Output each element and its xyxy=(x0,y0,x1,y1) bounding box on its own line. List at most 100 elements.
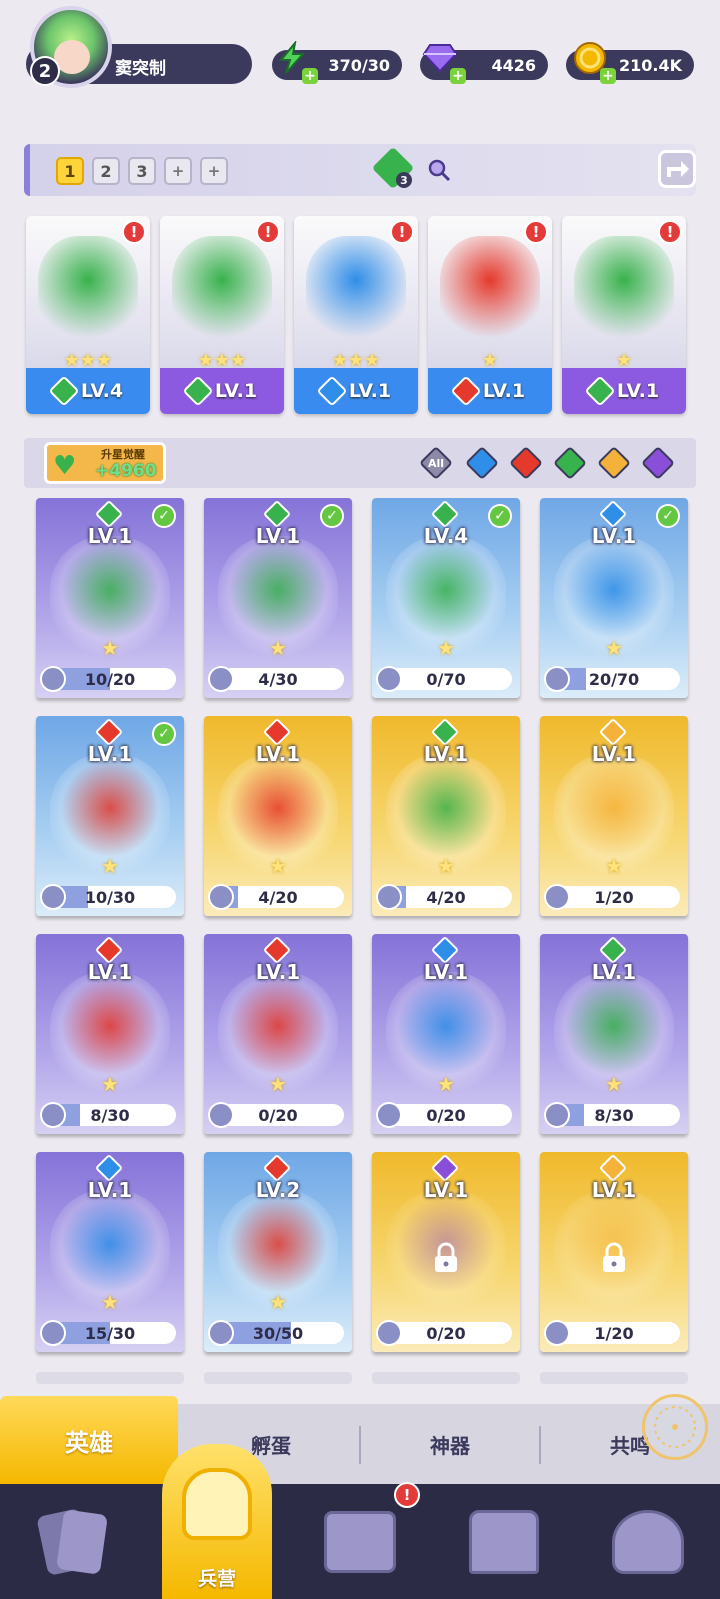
hero-level: LV.1 xyxy=(482,380,526,402)
gold-add-icon[interactable]: + xyxy=(600,68,616,84)
team-hero-card[interactable]: ! ★★★ LV.1 xyxy=(294,216,418,414)
lock-icon xyxy=(600,1242,628,1274)
hero-card[interactable]: LV.1 1/20 xyxy=(540,1152,688,1352)
hero-level: LV.1 xyxy=(591,1178,637,1202)
hero-level-bar: LV.1 xyxy=(428,368,552,414)
hero-level: LV.1 xyxy=(87,960,133,984)
alert-icon: ! xyxy=(658,220,682,244)
water-icon xyxy=(316,375,348,407)
team-tab-add[interactable]: + xyxy=(164,157,192,185)
star-icon: ★ xyxy=(101,1072,119,1096)
hero-card[interactable]: LV.1 0/20 xyxy=(372,1152,520,1352)
team-hero-card[interactable]: ! ★★★ LV.1 xyxy=(160,216,284,414)
nav-guild[interactable] xyxy=(576,1484,720,1599)
hero-level-bar: LV.1 xyxy=(294,368,418,414)
heart-icon: ♥ xyxy=(53,451,77,481)
hero-card[interactable]: LV.1 ★ 4/20 xyxy=(372,716,520,916)
alert-icon: ! xyxy=(524,220,548,244)
hero-level: LV.1 xyxy=(214,380,258,402)
star-icon: ★ xyxy=(437,636,455,660)
light-icon xyxy=(597,446,631,480)
hero-level: LV.1 xyxy=(348,380,392,402)
star-icon: ★ xyxy=(605,854,623,878)
star-icon: ★ xyxy=(269,1072,287,1096)
alert-icon: ! xyxy=(256,220,280,244)
hero-card[interactable]: LV.1 ★ 1/20 xyxy=(540,716,688,916)
shard-icon xyxy=(208,1102,234,1128)
hero-card[interactable]: LV.1 ✓ ★ 10/30 xyxy=(36,716,184,916)
alert-icon: ! xyxy=(390,220,414,244)
energy-add-icon[interactable]: + xyxy=(302,68,318,84)
wind-icon xyxy=(48,375,80,407)
compass-icon[interactable] xyxy=(642,1394,708,1460)
team-hero-card[interactable]: ! ★ LV.1 xyxy=(562,216,686,414)
hero-card[interactable]: LV.2 ★ 30/50 xyxy=(204,1152,352,1352)
hero-card[interactable]: LV.1 ★ 0/20 xyxy=(372,934,520,1134)
nav-cards[interactable] xyxy=(0,1484,144,1599)
search-icon[interactable] xyxy=(427,158,451,182)
star-icon: ★ xyxy=(605,1072,623,1096)
dark-icon xyxy=(641,446,675,480)
hero-card[interactable]: LV.1 ★ 4/20 xyxy=(204,716,352,916)
nav-shop[interactable] xyxy=(432,1484,576,1599)
hero-level: LV.1 xyxy=(255,960,301,984)
shard-icon xyxy=(208,884,234,910)
lock-icon xyxy=(432,1242,460,1274)
team-tab-3[interactable]: 3 xyxy=(128,157,156,185)
hero-card[interactable]: LV.1 ✓ ★ 4/30 xyxy=(204,498,352,698)
filter-light[interactable] xyxy=(597,446,631,480)
shard-icon xyxy=(208,666,234,692)
hero-card[interactable]: LV.1 ★ 15/30 xyxy=(36,1152,184,1352)
team-hero-card[interactable]: ! ★ LV.1 xyxy=(428,216,552,414)
tab-heroes[interactable]: 英雄 xyxy=(0,1396,178,1484)
shard-icon xyxy=(544,666,570,692)
player-name: 窦突制 xyxy=(115,59,166,79)
filter-dark[interactable] xyxy=(641,446,675,480)
energy-value: 370/30 xyxy=(328,55,390,75)
hero-level: LV.1 xyxy=(255,742,301,766)
hero-card[interactable]: LV.4 ✓ ★ 0/70 xyxy=(372,498,520,698)
hero-card[interactable]: LV.1 ★ 0/20 xyxy=(204,934,352,1134)
hero-card[interactable]: LV.1 ✓ ★ 20/70 xyxy=(540,498,688,698)
check-icon: ✓ xyxy=(320,504,344,528)
hero-card[interactable]: LV.1 ✓ ★ 10/20 xyxy=(36,498,184,698)
gems-add-icon[interactable]: + xyxy=(450,68,466,84)
team-tab-1[interactable]: 1 xyxy=(56,157,84,185)
team-hero-card[interactable]: ! ★★★ LV.4 xyxy=(26,216,150,414)
check-icon: ✓ xyxy=(152,722,176,746)
filter-all[interactable]: All xyxy=(419,446,453,480)
shard-icon xyxy=(376,884,402,910)
gold-value: 210.4K xyxy=(618,55,682,75)
shard-icon xyxy=(544,1320,570,1346)
shard-icon xyxy=(544,1102,570,1128)
shard-icon xyxy=(376,1102,402,1128)
team-tab-add-2[interactable]: + xyxy=(200,157,228,185)
hero-level: LV.1 xyxy=(591,960,637,984)
check-icon: ✓ xyxy=(656,504,680,528)
awaken-count: +4960 xyxy=(95,461,157,481)
hero-portrait xyxy=(574,236,674,346)
filter-wind[interactable] xyxy=(553,446,587,480)
filter-fire[interactable] xyxy=(509,446,543,480)
fire-icon xyxy=(450,375,482,407)
ghost-card xyxy=(36,1372,184,1384)
team-tab-2[interactable]: 2 xyxy=(92,157,120,185)
ghost-card xyxy=(204,1372,352,1384)
tab-artifact[interactable]: 神器 xyxy=(360,1404,540,1484)
share-icon[interactable] xyxy=(658,150,696,188)
awaken-button[interactable]: ♥ 升星觉醒 +4960 xyxy=(44,442,166,484)
awaken-label: 升星觉醒 xyxy=(101,448,145,461)
hero-card[interactable]: LV.1 ★ 8/30 xyxy=(540,934,688,1134)
water-icon xyxy=(465,446,499,480)
player-level-badge: 2 xyxy=(30,56,60,86)
star-icon: ★ xyxy=(101,854,119,878)
shard-icon xyxy=(208,1320,234,1346)
hero-card[interactable]: LV.1 ★ 8/30 xyxy=(36,934,184,1134)
nav-barracks-label: 兵营 xyxy=(197,1568,236,1590)
shard-icon xyxy=(376,666,402,692)
star-icon: ★ xyxy=(269,854,287,878)
shop-icon xyxy=(469,1509,539,1574)
filter-water[interactable] xyxy=(465,446,499,480)
nav-barracks[interactable] xyxy=(172,1444,262,1564)
star-icon: ★ xyxy=(269,1290,287,1314)
